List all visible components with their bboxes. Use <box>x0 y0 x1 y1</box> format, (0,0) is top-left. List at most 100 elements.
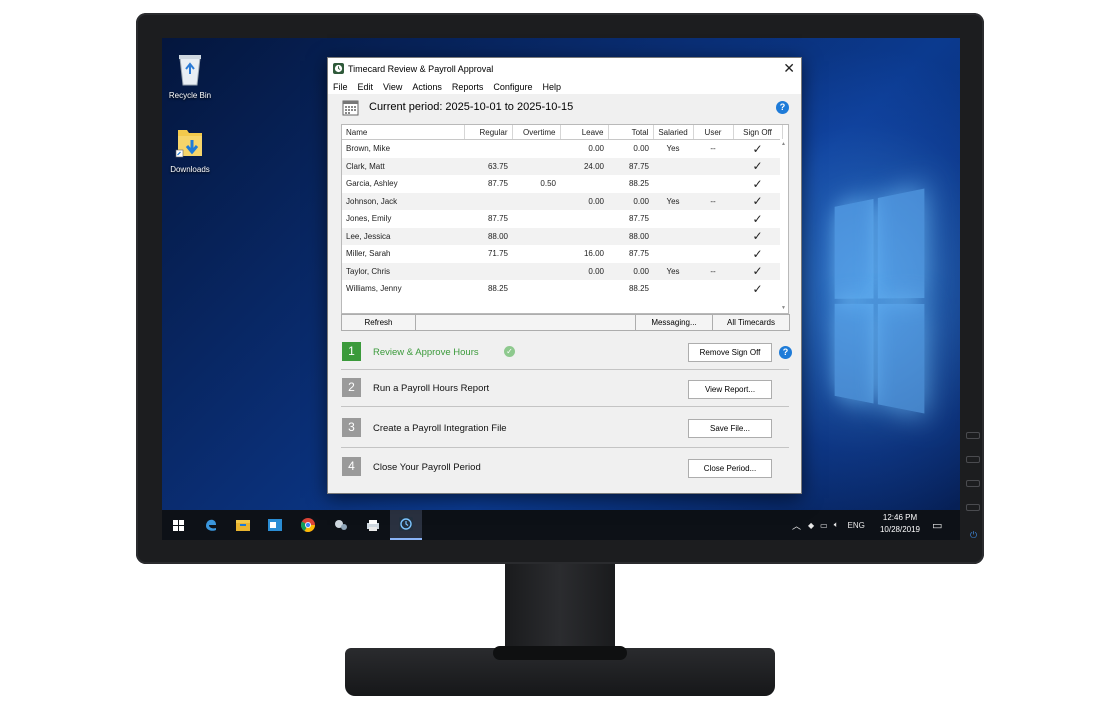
refresh-button[interactable]: Refresh <box>341 314 416 331</box>
column-header-user[interactable]: User <box>693 125 734 140</box>
cell-total: 87.75 <box>608 157 653 175</box>
dropbox-icon[interactable]: ◆ <box>808 521 814 530</box>
table-row[interactable]: Miller, Sarah 71.75 16.00 87.75 ✓ <box>342 245 782 263</box>
close-icon[interactable]: ✕ <box>783 60 795 77</box>
table-row[interactable]: Johnson, Jack 0.00 0.00 Yes -- ✓ <box>342 192 782 210</box>
taskbar-edge[interactable] <box>195 510 227 540</box>
taskbar-chrome[interactable] <box>292 510 324 540</box>
taskbar-printer-app[interactable] <box>357 510 389 540</box>
sign-off-check-icon[interactable]: ✓ <box>733 175 782 193</box>
step-number: 4 <box>342 457 361 476</box>
sign-off-check-icon[interactable]: ✓ <box>733 227 782 245</box>
cell-total: 87.75 <box>628 214 649 224</box>
cell-total: 87.75 <box>628 249 649 259</box>
notification-center-icon[interactable]: ▭ <box>932 510 942 540</box>
view-report-button[interactable]: View Report... <box>688 380 772 399</box>
app-clock-icon <box>333 63 344 74</box>
cell-total: 88.00 <box>608 227 653 245</box>
sign-off-check-icon[interactable]: ✓ <box>733 157 782 175</box>
help-icon[interactable]: ? <box>776 101 789 114</box>
column-header-leave[interactable]: Leave <box>560 125 609 140</box>
cell-user: -- <box>693 262 733 280</box>
cell-user <box>693 157 733 175</box>
title-bar[interactable]: Timecard Review & Payroll Approval ✕ <box>328 58 801 79</box>
table-row[interactable]: Jones, Emily 87.75 87.75 ✓ <box>342 210 782 228</box>
cell-name: Johnson, Jack <box>342 192 464 210</box>
menu-help[interactable]: Help <box>542 82 561 92</box>
taskbar-app[interactable] <box>325 510 357 540</box>
cell-total: 0.00 <box>608 192 653 210</box>
timecard-window: Timecard Review & Payroll Approval ✕ Fil… <box>327 57 802 494</box>
start-button[interactable] <box>162 510 194 540</box>
column-header-name[interactable]: Name <box>342 125 465 140</box>
cell-leave <box>560 210 608 228</box>
sign-off-check-icon[interactable]: ✓ <box>733 210 782 228</box>
taskbar-clock[interactable]: 12:46 PM 10/28/2019 <box>870 512 930 536</box>
table-scrollbar[interactable]: ▲ ▼ <box>780 139 788 313</box>
column-header-total[interactable]: Total <box>608 125 654 140</box>
cell-overtime <box>512 262 560 280</box>
menu-file[interactable]: File <box>333 82 348 92</box>
step-integration-file: 3 Create a Payroll Integration File Save… <box>341 418 789 458</box>
table-row[interactable]: Garcia, Ashley 87.75 0.50 88.25 ✓ <box>342 175 782 193</box>
menu-edit[interactable]: Edit <box>358 82 374 92</box>
cell-regular <box>464 192 512 210</box>
menu-view[interactable]: View <box>383 82 402 92</box>
network-icon[interactable]: ▭ <box>820 521 828 530</box>
sign-off-check-icon[interactable]: ✓ <box>733 192 782 210</box>
table-row[interactable]: Williams, Jenny 88.25 88.25 ✓ <box>342 280 782 298</box>
table-row[interactable]: Lee, Jessica 88.00 88.00 ✓ <box>342 227 782 245</box>
messaging-button[interactable]: Messaging... <box>635 314 713 331</box>
help-icon[interactable]: ? <box>779 346 792 359</box>
cell-total: 0.00 <box>608 262 653 280</box>
menu-configure[interactable]: Configure <box>493 82 532 92</box>
menu-reports[interactable]: Reports <box>452 82 484 92</box>
taskbar-timecard-app[interactable] <box>390 510 422 540</box>
monitor-button <box>966 456 980 463</box>
desktop-icon-downloads[interactable]: Downloads <box>162 126 220 174</box>
chevron-up-icon[interactable]: ︿ <box>792 519 801 532</box>
check-circle-icon: ✓ <box>504 346 515 357</box>
calendar-icon[interactable] <box>342 99 359 116</box>
remove-sign-off-button[interactable]: Remove Sign Off <box>688 343 772 362</box>
step-label: Close Your Payroll Period <box>373 462 481 473</box>
all-timecards-button[interactable]: All Timecards <box>712 314 790 331</box>
cell-leave: 16.00 <box>583 249 604 259</box>
save-file-button[interactable]: Save File... <box>688 419 772 438</box>
button-bar-spacer <box>415 314 636 331</box>
table-row[interactable]: Clark, Matt 63.75 24.00 87.75 ✓ <box>342 157 782 175</box>
table-row[interactable]: Brown, Mike 0.00 0.00 Yes -- ✓ <box>342 140 782 158</box>
sign-off-check-icon[interactable]: ✓ <box>733 245 782 263</box>
table-row[interactable]: Taylor, Chris 0.00 0.00 Yes -- ✓ <box>342 262 782 280</box>
language-indicator[interactable]: ENG <box>848 521 865 530</box>
sign-off-check-icon[interactable]: ✓ <box>733 280 782 298</box>
step-divider <box>341 406 789 407</box>
taskbar-outlook[interactable] <box>259 510 291 540</box>
scroll-up-icon[interactable]: ▲ <box>781 141 786 147</box>
cell-salaried <box>653 157 693 175</box>
downloads-folder-icon <box>175 130 202 158</box>
monitor-stand-slot <box>493 646 627 660</box>
column-header-overtime[interactable]: Overtime <box>512 125 561 140</box>
sign-off-check-icon[interactable]: ✓ <box>733 262 782 280</box>
cell-name: Jones, Emily <box>346 214 392 224</box>
taskbar-file-explorer[interactable] <box>227 510 259 540</box>
cell-regular: 88.00 <box>464 227 512 245</box>
close-period-button[interactable]: Close Period... <box>688 459 772 478</box>
menu-actions[interactable]: Actions <box>412 82 442 92</box>
cell-leave: 24.00 <box>560 157 608 175</box>
cell-user <box>693 210 733 228</box>
system-tray: ︿ ◆ ▭ 🔈︎ ENG <box>792 510 865 540</box>
column-header-regular[interactable]: Regular <box>464 125 513 140</box>
column-header-salaried[interactable]: Salaried <box>653 125 694 140</box>
cell-salaried <box>653 245 693 263</box>
current-period: Current period: 2025-10-01 to 2025-10-15 <box>369 101 574 113</box>
cell-salaried: Yes <box>653 262 693 280</box>
sign-off-check-icon[interactable]: ✓ <box>733 140 782 158</box>
cell-leave <box>560 227 608 245</box>
speaker-icon[interactable]: 🔈︎ <box>834 520 839 530</box>
cell-leave <box>560 175 608 193</box>
desktop-icon-recycle-bin[interactable]: Recycle Bin <box>162 52 220 100</box>
scroll-down-icon[interactable]: ▼ <box>781 305 786 311</box>
column-header-sign-off[interactable]: Sign Off <box>733 125 783 140</box>
